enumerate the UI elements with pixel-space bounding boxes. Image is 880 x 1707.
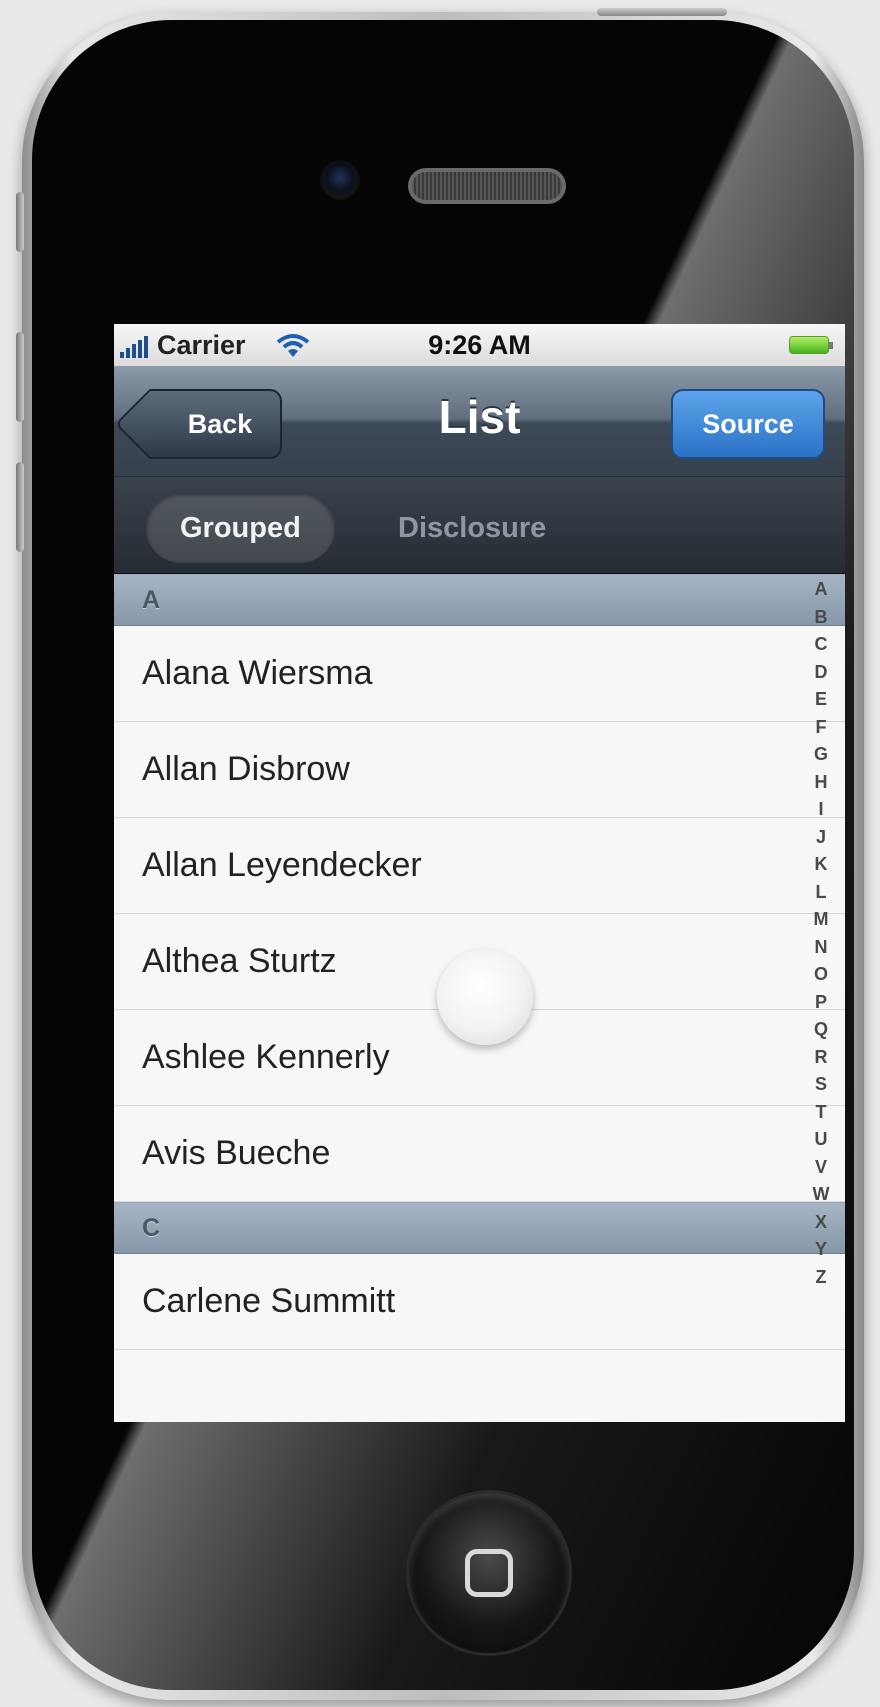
section-header: C bbox=[114, 1202, 845, 1254]
segmented-tabs: Grouped Disclosure bbox=[114, 477, 845, 574]
index-letter[interactable]: L bbox=[816, 879, 827, 907]
index-letter[interactable]: A bbox=[815, 576, 828, 604]
index-letter[interactable]: I bbox=[818, 796, 823, 824]
index-letter[interactable]: O bbox=[814, 961, 828, 989]
volume-up-button bbox=[16, 332, 24, 422]
home-button[interactable] bbox=[409, 1493, 569, 1653]
front-camera bbox=[320, 160, 360, 200]
phone-frame: Carrier 9:26 AM Back List Source Grouped… bbox=[16, 8, 864, 1700]
index-letter[interactable]: Y bbox=[815, 1236, 827, 1264]
index-letter[interactable]: W bbox=[813, 1181, 830, 1209]
status-bar: Carrier 9:26 AM bbox=[114, 324, 845, 366]
list-item[interactable]: Carlene Summitt bbox=[114, 1254, 845, 1350]
back-button[interactable]: Back bbox=[150, 389, 282, 459]
tab-disclosure[interactable]: Disclosure bbox=[364, 493, 580, 563]
index-letter[interactable]: F bbox=[816, 714, 827, 742]
navigation-bar: Back List Source bbox=[114, 366, 845, 477]
index-letter[interactable]: C bbox=[815, 631, 828, 659]
index-letter[interactable]: Q bbox=[814, 1016, 828, 1044]
index-letter[interactable]: U bbox=[815, 1126, 828, 1154]
index-letter[interactable]: G bbox=[814, 741, 828, 769]
source-button[interactable]: Source bbox=[671, 389, 825, 459]
volume-down-button bbox=[16, 462, 24, 552]
index-letter[interactable]: N bbox=[815, 934, 828, 962]
index-letter[interactable]: P bbox=[815, 989, 827, 1017]
screen: Carrier 9:26 AM Back List Source Grouped… bbox=[114, 324, 845, 1422]
index-letter[interactable]: Z bbox=[816, 1264, 827, 1292]
section-index-bar[interactable]: ABCDEFGHIJKLMNOPQRSTUVWXYZ bbox=[803, 576, 839, 1291]
index-letter[interactable]: K bbox=[815, 851, 828, 879]
section-header: A bbox=[114, 574, 845, 626]
tab-grouped[interactable]: Grouped bbox=[146, 493, 335, 563]
status-time: 9:26 AM bbox=[428, 330, 531, 360]
list-item[interactable]: Avis Bueche bbox=[114, 1106, 845, 1202]
index-letter[interactable]: J bbox=[816, 824, 826, 852]
list-item[interactable]: Allan Leyendecker bbox=[114, 818, 845, 914]
list-item[interactable]: Allan Disbrow bbox=[114, 722, 845, 818]
list-item[interactable]: Alana Wiersma bbox=[114, 626, 845, 722]
index-letter[interactable]: E bbox=[815, 686, 827, 714]
index-letter[interactable]: H bbox=[815, 769, 828, 797]
index-letter[interactable]: B bbox=[815, 604, 828, 632]
index-letter[interactable]: M bbox=[814, 906, 829, 934]
mute-switch bbox=[16, 192, 24, 252]
battery-icon bbox=[789, 336, 833, 354]
index-letter[interactable]: V bbox=[815, 1154, 827, 1182]
home-square-icon bbox=[465, 1549, 513, 1597]
index-letter[interactable]: D bbox=[815, 659, 828, 687]
index-letter[interactable]: S bbox=[815, 1071, 827, 1099]
earpiece-speaker bbox=[408, 168, 566, 204]
index-letter[interactable]: T bbox=[816, 1099, 827, 1127]
touch-indicator bbox=[437, 949, 533, 1045]
index-letter[interactable]: R bbox=[815, 1044, 828, 1072]
index-letter[interactable]: X bbox=[815, 1209, 827, 1237]
power-button bbox=[597, 8, 727, 16]
